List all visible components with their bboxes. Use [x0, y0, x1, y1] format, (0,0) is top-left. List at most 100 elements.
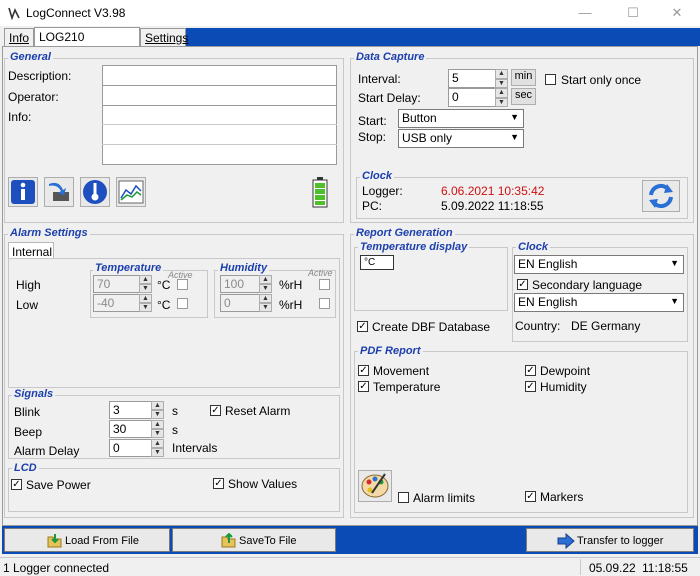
- show-values-checkbox[interactable]: ✓: [213, 478, 224, 489]
- save-power-checkbox[interactable]: ✓: [11, 479, 22, 490]
- reset-alarm-checkbox[interactable]: ✓: [210, 405, 221, 416]
- blink-down[interactable]: ▼: [151, 410, 164, 419]
- info-field[interactable]: [102, 105, 337, 165]
- pc-clock-label: PC:: [362, 199, 383, 213]
- start-delay-input[interactable]: 0: [448, 88, 498, 107]
- start-delay-down[interactable]: ▼: [495, 98, 508, 107]
- chevron-down-icon: ▼: [670, 258, 679, 268]
- start-delay-unit-button[interactable]: sec: [511, 88, 536, 105]
- secondary-language-checkbox[interactable]: ✓: [517, 279, 528, 290]
- temperature-label: Temperature: [373, 380, 441, 394]
- save-to-file-button[interactable]: SaveTo File: [172, 528, 336, 552]
- beep-up[interactable]: ▲: [151, 420, 164, 429]
- info-line-1: [102, 124, 337, 125]
- alarm-limits-checkbox[interactable]: [398, 492, 409, 503]
- tab-internal[interactable]: Internal: [8, 242, 54, 259]
- load-from-file-button[interactable]: Load From File: [4, 528, 170, 552]
- hum-low-up[interactable]: ▲: [259, 294, 272, 303]
- chart-button[interactable]: [116, 177, 146, 207]
- secondary-language-select[interactable]: EN English ▼: [514, 293, 684, 312]
- operator-field[interactable]: [102, 85, 337, 106]
- thermometer-icon: [83, 180, 107, 204]
- dewpoint-label: Dewpoint: [540, 364, 591, 378]
- interval-up[interactable]: ▲: [495, 69, 508, 79]
- tab-settings[interactable]: Settings: [140, 28, 188, 46]
- chip-download-icon: [49, 182, 69, 201]
- markers-checkbox[interactable]: ✓: [525, 491, 536, 502]
- hum-active-label: Active: [308, 268, 333, 278]
- hum-high-active-checkbox[interactable]: [319, 279, 330, 290]
- description-label: Description:: [8, 69, 72, 83]
- start-delay-up[interactable]: ▲: [495, 88, 508, 98]
- logger-clock-value: 6.06.2021 10:35:42: [441, 184, 545, 198]
- temp-display-toggle[interactable]: °C: [360, 255, 394, 270]
- temp-low-input[interactable]: -40: [93, 294, 141, 312]
- transfer-to-logger-button[interactable]: Transfer to logger: [526, 528, 694, 552]
- stop-select[interactable]: USB only ▼: [398, 129, 524, 148]
- alarm-delay-down[interactable]: ▼: [151, 448, 164, 457]
- reset-alarm-label: Reset Alarm: [225, 404, 291, 418]
- chevron-down-icon: ▼: [510, 112, 519, 122]
- thermometer-button[interactable]: [80, 177, 110, 207]
- report-clock-title: Clock: [516, 241, 550, 253]
- alarm-delay-up[interactable]: ▲: [151, 439, 164, 448]
- description-field[interactable]: [102, 65, 337, 86]
- dewpoint-checkbox[interactable]: ✓: [525, 365, 536, 376]
- temp-high-active-checkbox[interactable]: [177, 279, 188, 290]
- stop-label: Stop:: [358, 130, 387, 144]
- start-label: Start:: [358, 114, 387, 128]
- battery-icon: [312, 177, 328, 208]
- arrow-right-icon: [557, 533, 575, 549]
- app-icon: [8, 7, 20, 20]
- minimize-button[interactable]: —: [562, 0, 608, 26]
- hum-low-down[interactable]: ▼: [259, 303, 272, 312]
- clock-title: Clock: [360, 170, 394, 182]
- status-time: 11:18:55: [642, 561, 688, 575]
- interval-down[interactable]: ▼: [495, 79, 508, 88]
- blink-up[interactable]: ▲: [151, 401, 164, 410]
- hum-high-up[interactable]: ▲: [259, 275, 272, 284]
- temp-high-input[interactable]: 70: [93, 275, 141, 293]
- interval-input[interactable]: 5: [448, 69, 498, 88]
- movement-label: Movement: [373, 364, 430, 378]
- temp-high-down[interactable]: ▼: [139, 284, 152, 293]
- temp-low-active-checkbox[interactable]: [177, 298, 188, 309]
- beep-down[interactable]: ▼: [151, 429, 164, 438]
- start-select[interactable]: Button ▼: [398, 109, 524, 128]
- tab-logger[interactable]: LOG210 21020400: [34, 27, 140, 58]
- low-label: Low: [16, 298, 39, 312]
- maximize-button[interactable]: ☐: [610, 0, 656, 26]
- close-button[interactable]: ✕: [654, 0, 700, 26]
- pdf-color-button[interactable]: [358, 470, 392, 502]
- alarm-humidity-title: Humidity: [218, 262, 270, 274]
- alarm-temperature-title: Temperature: [93, 262, 164, 274]
- temp-low-up[interactable]: ▲: [139, 294, 152, 303]
- sync-clock-button[interactable]: [642, 180, 680, 212]
- secondary-language-label: Secondary language: [532, 278, 643, 292]
- info-button[interactable]: [8, 177, 38, 207]
- create-dbf-checkbox[interactable]: ✓: [357, 321, 368, 332]
- transfer-to-logger-label: Transfer to logger: [577, 535, 664, 547]
- humidity-checkbox[interactable]: ✓: [525, 381, 536, 392]
- status-divider: [580, 559, 581, 575]
- tab-internal-label: Internal: [12, 245, 53, 259]
- temperature-checkbox[interactable]: ✓: [358, 381, 369, 392]
- interval-unit-button[interactable]: min: [511, 69, 536, 86]
- alarm-settings-title: Alarm Settings: [8, 227, 90, 239]
- temp-high-up[interactable]: ▲: [139, 275, 152, 284]
- info-label: Info:: [8, 110, 32, 124]
- chevron-down-icon: ▼: [510, 132, 519, 142]
- hum-high-down[interactable]: ▼: [259, 284, 272, 293]
- hum-low-active-checkbox[interactable]: [319, 298, 330, 309]
- logger-clock-label: Logger:: [362, 184, 403, 198]
- movement-checkbox[interactable]: ✓: [358, 365, 369, 376]
- temp-low-down[interactable]: ▼: [139, 303, 152, 312]
- chart-icon: [118, 180, 144, 204]
- tab-info[interactable]: Info: [4, 28, 34, 46]
- start-only-once-checkbox[interactable]: [545, 74, 556, 85]
- language-select[interactable]: EN English ▼: [514, 255, 684, 274]
- read-logger-button[interactable]: [44, 177, 74, 207]
- temp-display-title: Temperature display: [358, 241, 470, 253]
- markers-label: Markers: [540, 490, 584, 504]
- hum-low-unit: %rH: [279, 298, 303, 312]
